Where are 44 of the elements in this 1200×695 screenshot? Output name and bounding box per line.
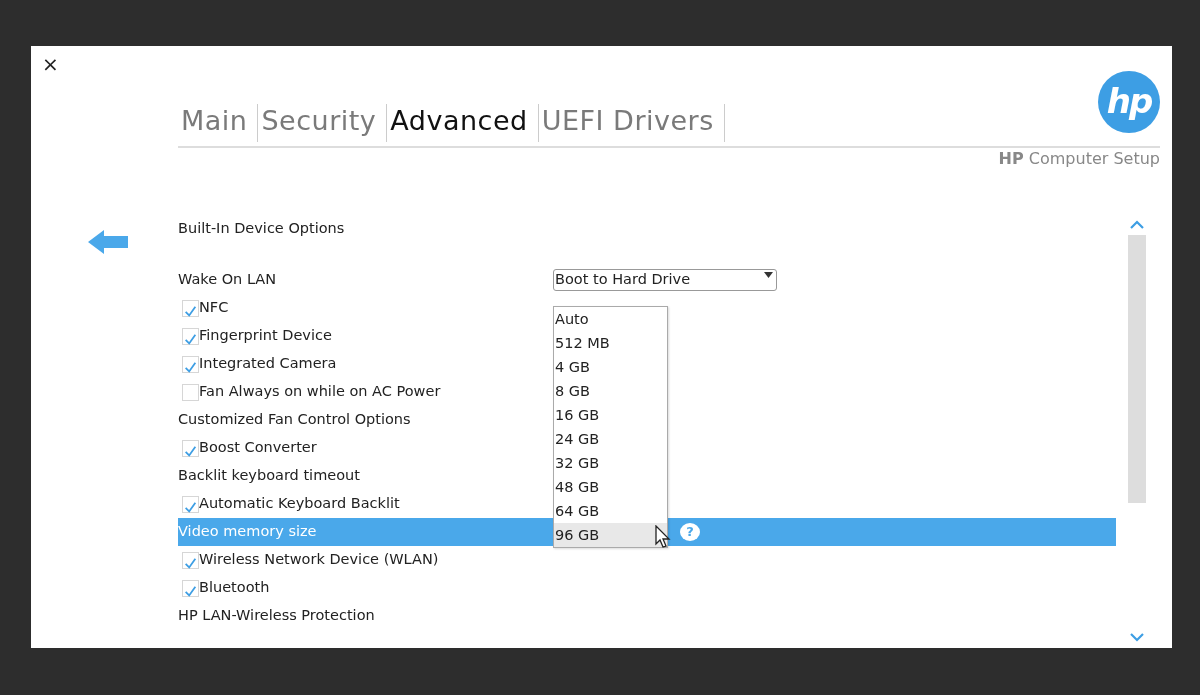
back-arrow-icon[interactable] [88, 230, 128, 254]
scroll-up-icon[interactable] [1129, 220, 1145, 230]
checkbox[interactable] [182, 383, 199, 401]
checkbox-label: Wireless Network Device (WLAN) [199, 550, 439, 570]
scroll-down-icon[interactable] [1129, 632, 1145, 642]
checkbox[interactable] [182, 355, 199, 373]
checkbox-label: Fan Always on while on AC Power [199, 382, 441, 402]
close-button[interactable]: × [42, 54, 56, 74]
dropdown-option[interactable]: 8 GB [554, 379, 667, 403]
checkbox-label: Fingerprint Device [199, 326, 332, 346]
checkbox-label: Automatic Keyboard Backlit [199, 494, 400, 514]
dropdown-option[interactable]: Auto [554, 307, 667, 331]
caret-icon [764, 272, 773, 278]
tab[interactable]: Main [178, 104, 259, 142]
checkbox-label: Integrated Camera [199, 354, 337, 374]
setting-label: Wake On LAN [178, 270, 278, 290]
checkbox[interactable] [182, 551, 199, 569]
dropdown-option[interactable]: 16 GB [554, 403, 667, 427]
tab[interactable]: Security [258, 104, 388, 142]
setting-label: Customized Fan Control Options [178, 410, 412, 430]
setting-label: Backlit keyboard timeout [178, 466, 361, 486]
section-title: Built-In Device Options [178, 219, 346, 238]
dropdown-option[interactable]: 32 GB [554, 451, 667, 475]
logo: hp [1098, 71, 1160, 133]
checkbox-label: NFC [199, 298, 229, 318]
scrollbar-thumb[interactable] [1128, 235, 1146, 503]
dropdown-option[interactable]: 512 MB [554, 331, 667, 355]
checkbox[interactable] [182, 299, 199, 317]
checkbox[interactable] [182, 495, 199, 513]
dropdown-option[interactable]: 96 GB [554, 523, 667, 547]
checkbox[interactable] [182, 327, 199, 345]
app-subtitle: HP Computer Setup [997, 149, 1160, 169]
tab[interactable]: Advanced [387, 104, 539, 142]
checkbox-label: Bluetooth [199, 578, 270, 598]
tab[interactable]: UEFI Drivers [538, 104, 725, 142]
checkbox[interactable] [182, 579, 199, 597]
checkbox[interactable] [182, 439, 199, 457]
dropdown-option[interactable]: 24 GB [554, 427, 667, 451]
checkbox-label: Boost Converter [199, 438, 317, 458]
setting-label: HP LAN-Wireless Protection [178, 606, 376, 626]
dropdown-field[interactable]: Boot to Hard Drive [553, 269, 777, 291]
dropdown-option[interactable]: 4 GB [554, 355, 667, 379]
dropdown-option[interactable]: 48 GB [554, 475, 667, 499]
setting-label: Video memory size [178, 522, 318, 542]
